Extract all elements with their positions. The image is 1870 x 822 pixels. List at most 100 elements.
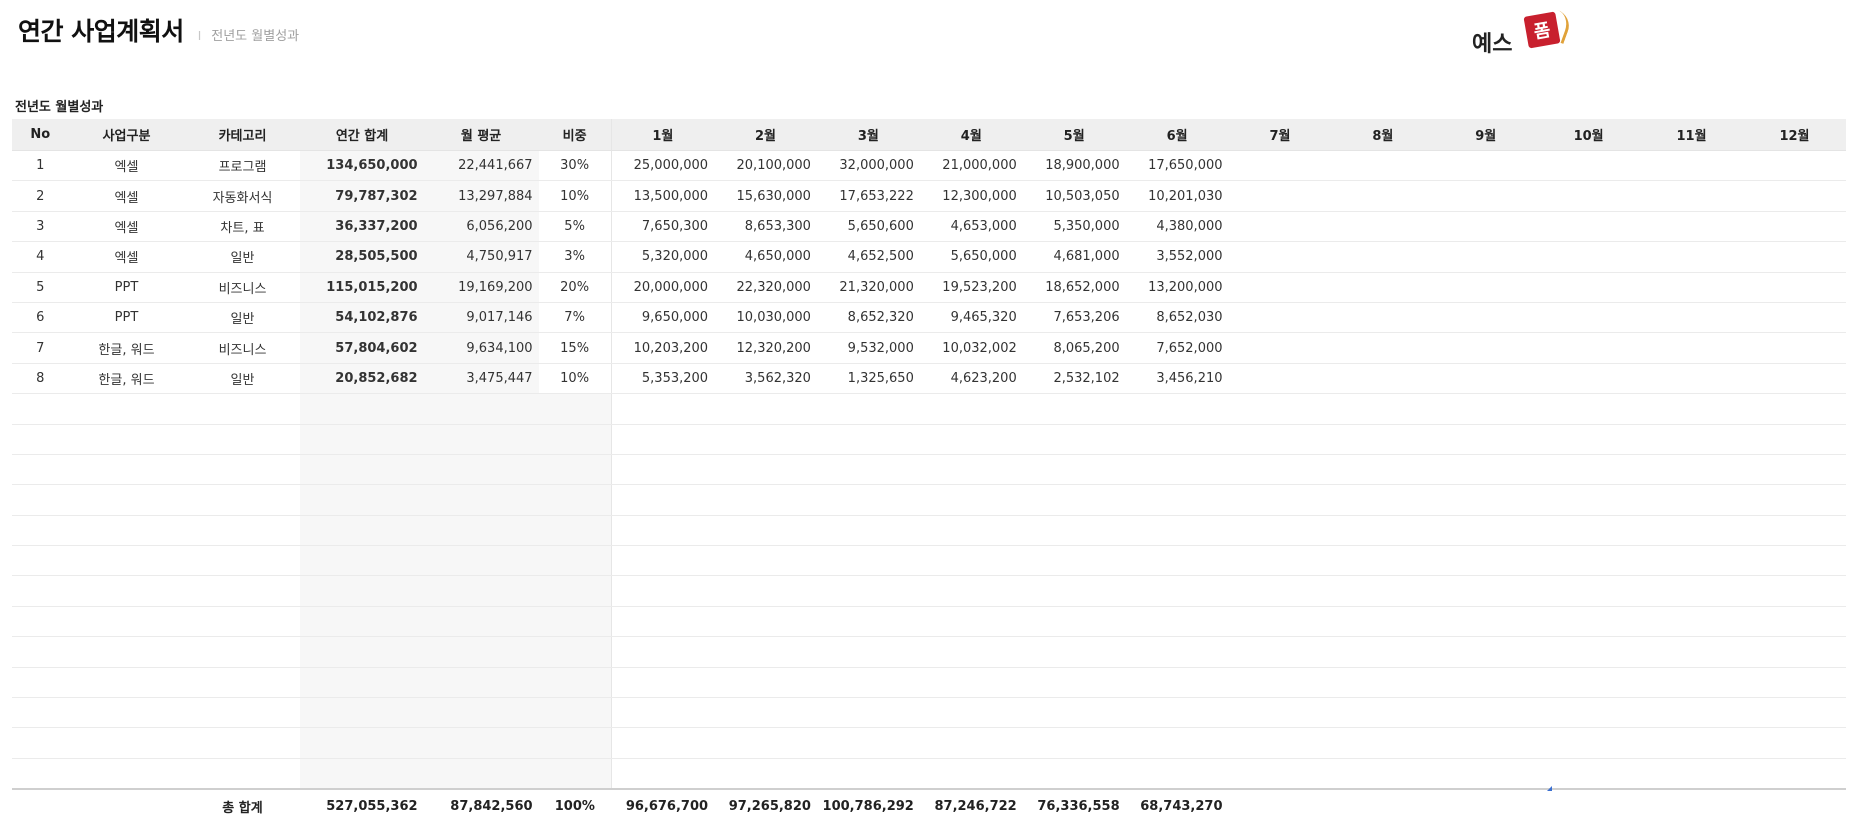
cell-month-6: 13,200,000 — [1125, 272, 1229, 303]
table-row[interactable]: 3 엑셀 차트, 표 36,337,200 6,056,200 5% 7,650,300 8,… — [12, 211, 1846, 243]
cell-month-7 — [1228, 272, 1332, 303]
empty-row[interactable] — [12, 484, 1846, 516]
resize-corner-icon — [1547, 786, 1552, 791]
cell-month-1: 25,000,000 — [611, 150, 715, 182]
empty-row[interactable] — [12, 575, 1846, 607]
cell-month-12 — [1742, 180, 1846, 212]
empty-cell — [1228, 606, 1332, 638]
column-header: 10월 — [1537, 119, 1641, 151]
empty-cell — [1022, 484, 1126, 516]
empty-cell — [714, 575, 817, 607]
empty-cell — [300, 484, 424, 516]
empty-cell — [1434, 758, 1538, 790]
cell-category: 비즈니스 — [184, 332, 301, 364]
empty-cell — [423, 727, 539, 759]
cell-month-12 — [1742, 211, 1846, 243]
empty-cell — [538, 758, 612, 790]
empty-cell — [816, 424, 920, 455]
empty-cell — [816, 484, 920, 516]
empty-cell — [184, 606, 301, 638]
empty-cell — [12, 484, 69, 516]
empty-cell — [714, 393, 817, 425]
cell-month-9 — [1434, 241, 1538, 273]
empty-cell — [1022, 697, 1126, 729]
empty-row[interactable] — [12, 667, 1846, 699]
empty-row[interactable] — [12, 697, 1846, 729]
cell-month-6: 4,380,000 — [1125, 211, 1229, 243]
cell-month-12 — [1742, 241, 1846, 273]
table-row[interactable]: 8 한글, 워드 일반 20,852,682 3,475,447 10% 5,353,200… — [12, 363, 1846, 395]
cell-month-3: 21,320,000 — [816, 272, 920, 303]
cell-month-5: 18,900,000 — [1022, 150, 1126, 182]
empty-cell — [1434, 575, 1538, 607]
empty-cell — [816, 545, 920, 577]
table-row[interactable]: 5 PPT 비즈니스 115,015,200 19,169,200 20% 20,000,0… — [12, 272, 1846, 303]
total-month-5: 76,336,558 — [1022, 788, 1126, 822]
empty-cell — [1228, 575, 1332, 607]
empty-row[interactable] — [12, 636, 1846, 668]
cell-no: 8 — [12, 363, 69, 395]
empty-cell — [1228, 454, 1332, 486]
total-month-1: 96,676,700 — [611, 788, 715, 822]
cell-month-10 — [1537, 363, 1641, 395]
empty-cell — [184, 424, 301, 455]
empty-row[interactable] — [12, 545, 1846, 577]
cell-month-11 — [1640, 180, 1743, 212]
cell-month-1: 9,650,000 — [611, 302, 715, 334]
empty-cell — [611, 575, 715, 607]
cell-division: 엑셀 — [68, 241, 185, 273]
cell-category: 일반 — [184, 241, 301, 273]
empty-cell — [1331, 454, 1435, 486]
empty-cell — [1125, 727, 1229, 759]
empty-cell — [714, 454, 817, 486]
empty-cell — [816, 454, 920, 486]
empty-cell — [1434, 727, 1538, 759]
cell-month-5: 7,653,206 — [1022, 302, 1126, 334]
table-row[interactable]: 2 엑셀 자동화서식 79,787,302 13,297,884 10% 13,500,00… — [12, 180, 1846, 212]
empty-cell — [68, 606, 185, 638]
cell-month-11 — [1640, 150, 1743, 182]
table-row[interactable]: 7 한글, 워드 비즈니스 57,804,602 9,634,100 15% 10,203,… — [12, 332, 1846, 364]
empty-cell — [538, 636, 612, 668]
empty-cell — [919, 636, 1023, 668]
empty-cell — [184, 545, 301, 577]
empty-cell — [1640, 575, 1743, 607]
total-month-11 — [1640, 788, 1743, 822]
cell-month-10 — [1537, 272, 1641, 303]
cell-month-8 — [1331, 332, 1435, 364]
total-month-10 — [1537, 788, 1641, 822]
empty-cell — [1640, 424, 1743, 455]
empty-cell — [714, 515, 817, 547]
column-header: 11월 — [1640, 119, 1743, 151]
empty-cell — [1742, 484, 1846, 516]
empty-cell — [1434, 424, 1538, 455]
table-row[interactable]: 4 엑셀 일반 28,505,500 4,750,917 3% 5,320,000 4,650… — [12, 241, 1846, 273]
empty-cell — [919, 575, 1023, 607]
empty-cell — [300, 636, 424, 668]
empty-cell — [1742, 515, 1846, 547]
cell-month-3: 32,000,000 — [816, 150, 920, 182]
empty-cell — [1125, 515, 1229, 547]
cell-month-2: 4,650,000 — [714, 241, 817, 273]
empty-cell — [12, 636, 69, 668]
empty-row[interactable] — [12, 454, 1846, 486]
empty-row[interactable] — [12, 606, 1846, 638]
empty-cell — [1434, 393, 1538, 425]
empty-cell — [1537, 515, 1641, 547]
cell-month-7 — [1228, 241, 1332, 273]
empty-row[interactable] — [12, 758, 1846, 790]
empty-row[interactable] — [12, 515, 1846, 547]
empty-cell — [714, 667, 817, 699]
empty-cell — [714, 758, 817, 790]
empty-cell — [423, 667, 539, 699]
empty-row[interactable] — [12, 424, 1846, 455]
empty-row[interactable] — [12, 393, 1846, 425]
empty-cell — [1331, 484, 1435, 516]
table-row[interactable]: 1 엑셀 프로그램 134,650,000 22,441,667 30% 25,000,00… — [12, 150, 1846, 182]
empty-cell — [1022, 758, 1126, 790]
empty-row[interactable] — [12, 727, 1846, 759]
empty-cell — [68, 515, 185, 547]
cell-month-5: 5,350,000 — [1022, 211, 1126, 243]
table-row[interactable]: 6 PPT 일반 54,102,876 9,017,146 7% 9,650,000 10,0… — [12, 302, 1846, 334]
empty-cell — [1742, 727, 1846, 759]
